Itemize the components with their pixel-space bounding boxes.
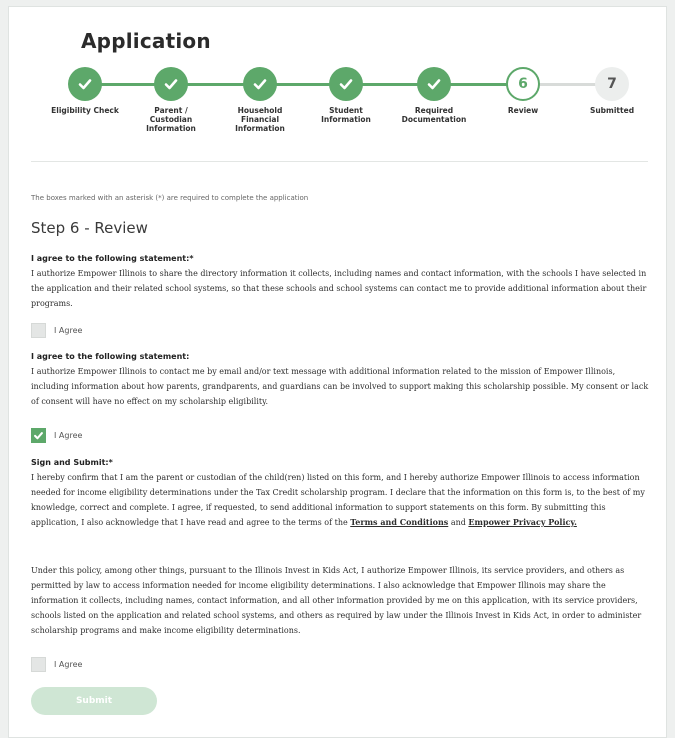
statement-sign-and-submit: I hereby confirm that I am the parent or… <box>31 470 651 530</box>
statement-contact-consent: I authorize Empower Illinois to contact … <box>31 367 649 406</box>
check-icon <box>427 79 441 90</box>
step-label: Eligibility Check <box>51 106 119 115</box>
section-heading-sign-and-submit: Sign and Submit:* <box>31 458 113 467</box>
step-label: Parent / Custodian Information <box>146 106 196 133</box>
step-complete-circle <box>417 67 451 101</box>
step-heading: Step 6 - Review <box>31 219 148 237</box>
step-label: Submitted <box>589 106 635 115</box>
step-label: Review <box>507 106 539 115</box>
step-review: 6 Review <box>473 65 573 115</box>
check-icon <box>253 79 267 90</box>
terms-and-conditions-link[interactable]: Terms and Conditions <box>350 517 448 527</box>
application-card: Application Eligibility Check Parent / C… <box>8 6 667 738</box>
agree-contact-consent-checkbox[interactable] <box>31 428 46 443</box>
step-upcoming-circle: 7 <box>595 67 629 101</box>
page-title: Application <box>81 29 211 53</box>
check-icon <box>34 432 43 440</box>
submit-button[interactable]: Submit <box>31 687 157 715</box>
step-submitted: 7 Submitted <box>562 65 662 115</box>
section-heading-share-directory: I agree to the following statement:* <box>31 254 194 263</box>
agree-share-directory-checkbox-row[interactable]: I Agree <box>31 323 82 338</box>
step-label: Required Documentation <box>401 106 467 124</box>
checkbox-label: I Agree <box>54 660 83 669</box>
agree-contact-consent-checkbox-row[interactable]: I Agree <box>31 428 82 443</box>
divider <box>31 161 648 162</box>
agree-share-directory-checkbox[interactable] <box>31 323 46 338</box>
required-fields-note: The boxes marked with an asterisk (*) ar… <box>31 194 309 202</box>
step-parent-custodian-information: Parent / Custodian Information <box>121 65 221 133</box>
checkbox-label: I Agree <box>54 431 83 440</box>
step-complete-circle <box>68 67 102 101</box>
agree-sign-submit-checkbox[interactable] <box>31 657 46 672</box>
agree-sign-submit-checkbox-row[interactable]: I Agree <box>31 657 82 672</box>
check-icon <box>78 79 92 90</box>
step-household-financial-information: Household Financial Information <box>210 65 310 133</box>
step-required-documentation: Required Documentation <box>384 65 484 124</box>
step-complete-circle <box>243 67 277 101</box>
privacy-policy-link[interactable]: Empower Privacy Policy. <box>468 517 576 527</box>
step-label: Student Information <box>321 106 371 124</box>
statement-illinois-invest-in-kids: Under this policy, among other things, p… <box>31 566 642 635</box>
step-student-information: Student Information <box>296 65 396 124</box>
checkbox-label: I Agree <box>54 326 83 335</box>
step-complete-circle <box>329 67 363 101</box>
step-eligibility-check: Eligibility Check <box>35 65 135 115</box>
section-heading-contact-consent: I agree to the following statement: <box>31 352 190 361</box>
check-icon <box>339 79 353 90</box>
step-complete-circle <box>154 67 188 101</box>
statement-share-directory: I authorize Empower Illinois to share th… <box>31 269 647 308</box>
check-icon <box>164 79 178 90</box>
step-label: Household Financial Information <box>235 106 285 133</box>
and-text: and <box>450 518 466 527</box>
progress-stepper: Eligibility Check Parent / Custodian Inf… <box>9 65 668 145</box>
step-current-circle: 6 <box>506 67 540 101</box>
